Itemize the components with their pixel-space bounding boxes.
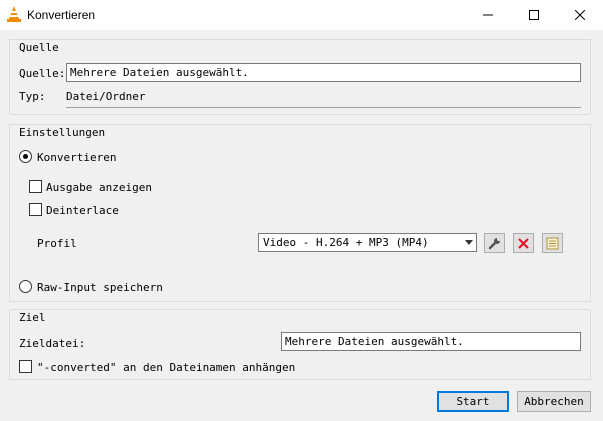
convert-radio-label[interactable]: Konvertieren	[37, 151, 116, 164]
new-profile-button[interactable]	[542, 233, 563, 253]
type-label: Typ:	[19, 90, 46, 103]
cancel-button[interactable]: Abbrechen	[517, 391, 591, 412]
settings-group-label: Einstellungen	[19, 126, 106, 139]
raw-input-radio[interactable]	[19, 280, 32, 293]
raw-input-label[interactable]: Raw-Input speichern	[37, 281, 163, 294]
new-profile-icon	[546, 237, 559, 249]
radio-selected-dot	[23, 154, 28, 159]
delete-profile-button[interactable]	[513, 233, 534, 253]
deinterlace-label[interactable]: Deinterlace	[46, 204, 119, 217]
source-input[interactable]: Mehrere Dateien ausgewählt.	[66, 63, 581, 82]
dest-file-label: Zieldatei:	[19, 337, 86, 350]
close-icon	[575, 10, 585, 20]
convert-radio[interactable]	[19, 150, 32, 163]
deinterlace-checkbox[interactable]	[29, 203, 42, 216]
source-group-label: Quelle	[19, 41, 59, 54]
profile-select-value: Video - H.264 + MP3 (MP4)	[263, 236, 429, 249]
maximize-icon	[529, 10, 539, 20]
dest-file-input[interactable]: Mehrere Dateien ausgewählt.	[281, 332, 581, 351]
minimize-button[interactable]	[465, 0, 511, 30]
type-value: Datei/Ordner	[66, 90, 146, 103]
show-output-checkbox[interactable]	[29, 180, 42, 193]
vlc-cone-icon	[7, 6, 21, 22]
delete-x-icon	[518, 237, 529, 249]
minimize-icon	[483, 14, 493, 16]
start-button[interactable]: Start	[437, 391, 509, 412]
chevron-down-icon	[465, 240, 473, 245]
title-bar: Konvertieren	[0, 0, 603, 30]
source-divider	[66, 107, 581, 108]
destination-group-label: Ziel	[19, 311, 46, 324]
append-converted-label[interactable]: "-converted" an den Dateinamen anhängen	[37, 361, 295, 374]
edit-profile-button[interactable]	[484, 233, 505, 253]
window-title: Konvertieren	[27, 8, 96, 22]
source-label: Quelle:	[19, 67, 66, 80]
close-button[interactable]	[557, 0, 603, 30]
wrench-icon	[488, 237, 500, 249]
maximize-button[interactable]	[511, 0, 557, 30]
show-output-label[interactable]: Ausgabe anzeigen	[46, 181, 152, 194]
profile-select[interactable]: Video - H.264 + MP3 (MP4)	[258, 233, 477, 252]
append-converted-checkbox[interactable]	[19, 360, 32, 373]
profile-label: Profil	[37, 237, 77, 250]
